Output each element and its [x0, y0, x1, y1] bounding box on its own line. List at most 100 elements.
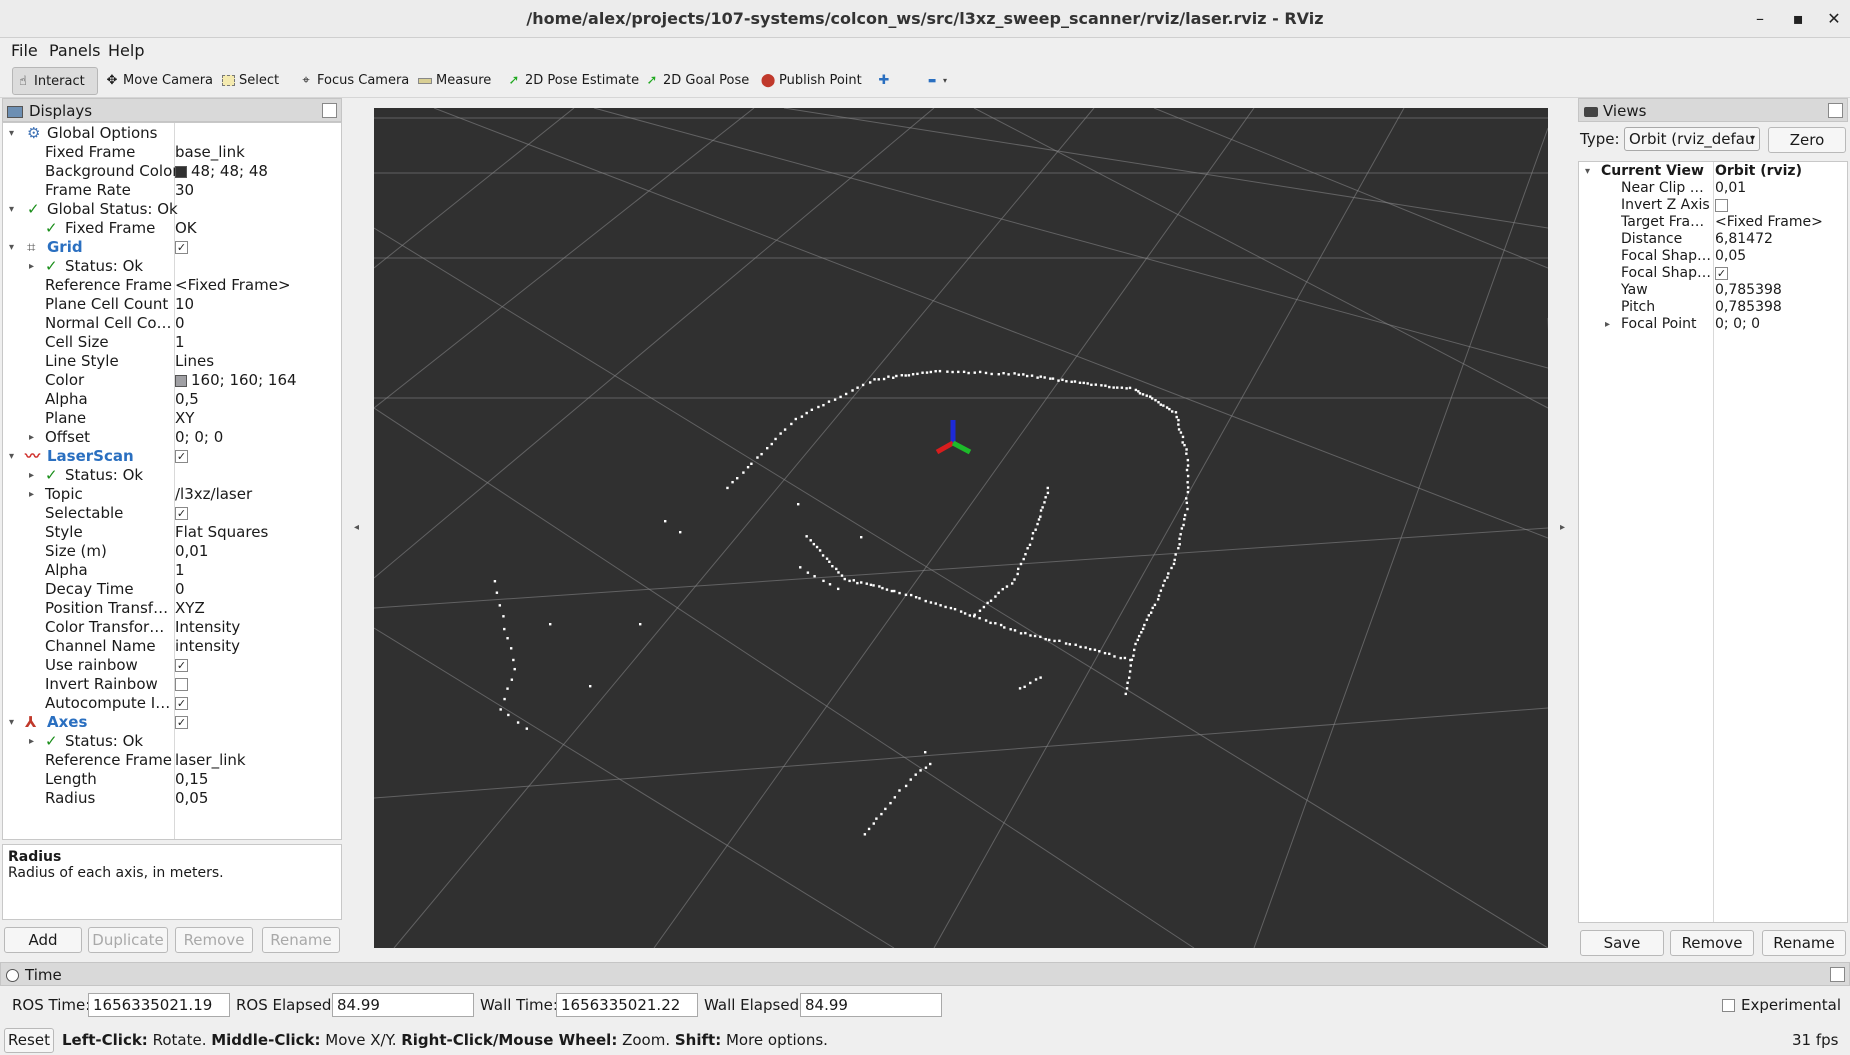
- invert-z-checkbox[interactable]: [1715, 199, 1728, 212]
- tree-row-status-fixed-frame[interactable]: ✓ Fixed Frame OK: [3, 219, 342, 238]
- publish-point-tool-button[interactable]: ⬤ Publish Point: [758, 67, 862, 95]
- tree-row-grid[interactable]: ▾ ⌗ Grid ✓: [3, 238, 342, 257]
- wall-time-field[interactable]: 1656335021.22: [556, 993, 698, 1017]
- 3d-render-viewport[interactable]: [374, 108, 1548, 948]
- tree-row-cell-size[interactable]: Cell Size 1: [3, 333, 342, 352]
- tree-row-autocompute[interactable]: Autocompute I… ✓: [3, 694, 342, 713]
- tree-row-invert-z-axis[interactable]: Invert Z Axis: [1579, 197, 1848, 214]
- tree-row-color-transformer[interactable]: Color Transfor… Intensity: [3, 618, 342, 637]
- tree-row-line-style[interactable]: Line Style Lines: [3, 352, 342, 371]
- minimize-icon[interactable]: –: [1740, 0, 1780, 38]
- remove-view-button[interactable]: Remove: [1670, 930, 1754, 956]
- tree-row-focal-shape-fixed[interactable]: Focal Shap… ✓: [1579, 265, 1848, 282]
- tree-row-plane-cell-count[interactable]: Plane Cell Count 10: [3, 295, 342, 314]
- expand-arrow-icon[interactable]: ▸: [1605, 316, 1610, 333]
- tree-row-focal-shape-size[interactable]: Focal Shap… 0,05: [1579, 248, 1848, 265]
- 2d-pose-estimate-tool-button[interactable]: ➚ 2D Pose Estimate: [504, 67, 639, 95]
- expand-arrow-icon[interactable]: ▾: [9, 447, 14, 466]
- tree-row-grid-alpha[interactable]: Alpha 0,5: [3, 390, 342, 409]
- save-view-button[interactable]: Save: [1580, 930, 1664, 956]
- ros-time-field[interactable]: 1656335021.19: [88, 993, 230, 1017]
- tree-row-axes[interactable]: ▾ ⅄ Axes ✓: [3, 713, 342, 732]
- tree-row-decay-time[interactable]: Decay Time 0: [3, 580, 342, 599]
- menu-help[interactable]: Help: [108, 38, 144, 64]
- 2d-goal-pose-tool-button[interactable]: ➚ 2D Goal Pose: [642, 67, 749, 95]
- tree-row-pitch[interactable]: Pitch 0,785398: [1579, 299, 1848, 316]
- expand-arrow-icon[interactable]: ▾: [9, 124, 14, 143]
- tree-row-focal-point[interactable]: ▸ Focal Point 0; 0; 0: [1579, 316, 1848, 333]
- tree-row-laserscan[interactable]: ▾ 〰 LaserScan ✓: [3, 447, 342, 466]
- view-type-select[interactable]: Orbit (rviz_defau ▾: [1624, 127, 1760, 151]
- tree-row-laser-alpha[interactable]: Alpha 1: [3, 561, 342, 580]
- expand-arrow-icon[interactable]: ▸: [29, 485, 34, 504]
- invert-rainbow-checkbox[interactable]: [175, 678, 188, 691]
- expand-arrow-icon[interactable]: ▾: [1585, 163, 1590, 180]
- expand-arrow-icon[interactable]: ▾: [9, 713, 14, 732]
- close-icon[interactable]: ✕: [1814, 0, 1850, 38]
- tree-row-grid-status[interactable]: ▸ ✓ Status: Ok: [3, 257, 342, 276]
- experimental-option[interactable]: Experimental: [1722, 993, 1841, 1017]
- wall-elapsed-field[interactable]: 84.99: [800, 993, 942, 1017]
- expand-arrow-icon[interactable]: ▾: [9, 200, 14, 219]
- selectable-checkbox[interactable]: ✓: [175, 507, 188, 520]
- grid-enabled-checkbox[interactable]: ✓: [175, 241, 188, 254]
- rename-display-button[interactable]: Rename: [262, 927, 340, 953]
- maximize-icon[interactable]: ▪: [1778, 0, 1818, 38]
- tree-row-axes-status[interactable]: ▸ ✓ Status: Ok: [3, 732, 342, 751]
- menu-panels[interactable]: Panels: [49, 38, 101, 64]
- focal-shape-checkbox[interactable]: ✓: [1715, 267, 1728, 280]
- experimental-checkbox[interactable]: [1722, 999, 1735, 1012]
- tree-row-grid-color[interactable]: Color 160; 160; 164: [3, 371, 342, 390]
- tree-row-position-transformer[interactable]: Position Transf… XYZ: [3, 599, 342, 618]
- select-tool-button[interactable]: Select: [218, 67, 279, 95]
- rename-view-button[interactable]: Rename: [1762, 930, 1846, 956]
- expand-arrow-icon[interactable]: ▸: [29, 732, 34, 751]
- tree-row-fixed-frame[interactable]: Fixed Frame base_link: [3, 143, 342, 162]
- tree-row-global-status[interactable]: ▾ ✓ Global Status: Ok: [3, 200, 342, 219]
- undock-time-button[interactable]: [1830, 967, 1845, 982]
- tree-row-axes-reference-frame[interactable]: Reference Frame laser_link: [3, 751, 342, 770]
- reset-button[interactable]: Reset: [4, 1028, 54, 1053]
- axes-enabled-checkbox[interactable]: ✓: [175, 716, 188, 729]
- tree-row-use-rainbow[interactable]: Use rainbow ✓: [3, 656, 342, 675]
- tree-row-topic[interactable]: ▸ Topic /l3xz/laser: [3, 485, 342, 504]
- tree-row-frame-rate[interactable]: Frame Rate 30: [3, 181, 342, 200]
- expand-arrow-icon[interactable]: ▸: [29, 257, 34, 276]
- collapse-right-icon[interactable]: ▸: [1560, 522, 1565, 533]
- add-display-button[interactable]: Add: [4, 927, 82, 953]
- add-tool-button[interactable]: ✚: [874, 67, 895, 95]
- tree-row-style[interactable]: Style Flat Squares: [3, 523, 342, 542]
- tree-row-normal-cell-count[interactable]: Normal Cell Co… 0: [3, 314, 342, 333]
- tree-row-invert-rainbow[interactable]: Invert Rainbow: [3, 675, 342, 694]
- laserscan-enabled-checkbox[interactable]: ✓: [175, 450, 188, 463]
- expand-arrow-icon[interactable]: ▸: [29, 428, 34, 447]
- tree-row-yaw[interactable]: Yaw 0,785398: [1579, 282, 1848, 299]
- move-camera-tool-button[interactable]: ✥ Move Camera: [102, 67, 213, 95]
- tree-row-laserscan-status[interactable]: ▸ ✓ Status: Ok: [3, 466, 342, 485]
- tree-row-background-color[interactable]: Background Color 48; 48; 48: [3, 162, 342, 181]
- zero-view-button[interactable]: Zero: [1768, 127, 1846, 153]
- tree-row-target-frame[interactable]: Target Fra… <Fixed Frame>: [1579, 214, 1848, 231]
- tree-row-offset[interactable]: ▸ Offset 0; 0; 0: [3, 428, 342, 447]
- use-rainbow-checkbox[interactable]: ✓: [175, 659, 188, 672]
- remove-display-button[interactable]: Remove: [175, 927, 253, 953]
- tree-row-length[interactable]: Length 0,15: [3, 770, 342, 789]
- tree-row-current-view[interactable]: ▾ Current View Orbit (rviz): [1579, 163, 1848, 180]
- remove-tool-button[interactable]: ▬ ▾: [922, 67, 947, 95]
- undock-displays-button[interactable]: [322, 103, 337, 118]
- expand-arrow-icon[interactable]: ▸: [29, 466, 34, 485]
- tree-row-size[interactable]: Size (m) 0,01: [3, 542, 342, 561]
- undock-views-button[interactable]: [1828, 103, 1843, 118]
- autocompute-checkbox[interactable]: ✓: [175, 697, 188, 710]
- menu-file[interactable]: File: [11, 38, 38, 64]
- tree-row-selectable[interactable]: Selectable ✓: [3, 504, 342, 523]
- measure-tool-button[interactable]: Measure: [415, 67, 491, 95]
- tree-row-distance[interactable]: Distance 6,81472: [1579, 231, 1848, 248]
- tree-row-radius[interactable]: Radius 0,05: [3, 789, 342, 808]
- tree-row-channel-name[interactable]: Channel Name intensity: [3, 637, 342, 656]
- duplicate-display-button[interactable]: Duplicate: [88, 927, 168, 953]
- tree-row-plane[interactable]: Plane XY: [3, 409, 342, 428]
- tree-row-near-clip[interactable]: Near Clip … 0,01: [1579, 180, 1848, 197]
- collapse-left-icon[interactable]: ◂: [354, 522, 359, 533]
- tree-row-global-options[interactable]: ▾ ⚙ Global Options: [3, 124, 342, 143]
